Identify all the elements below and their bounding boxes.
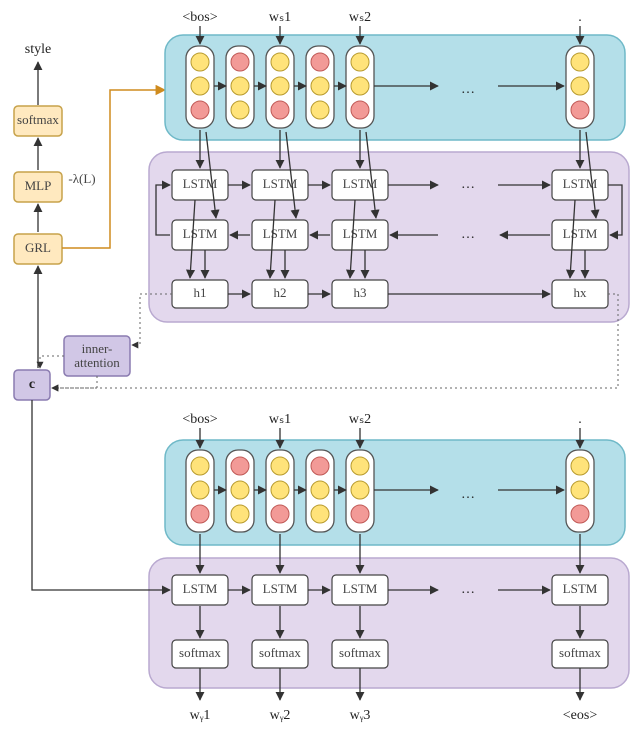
dec-tl-1 (266, 450, 294, 532)
context-c-label: c (29, 377, 35, 392)
lambda-label: -λ(L) (68, 171, 95, 186)
enc-tl-0s (226, 46, 254, 128)
dec-tl-0 (186, 450, 214, 532)
enc-lstm-f-dots: … (461, 177, 475, 192)
dec-out-0: wᵧ1 (190, 708, 211, 723)
enc-embed-dots: … (461, 82, 475, 97)
svg-text:LSTM: LSTM (563, 226, 598, 241)
inner-attention-label-2: attention (74, 355, 120, 370)
dec-out-1: wᵧ2 (270, 708, 291, 723)
enc-in-3: . (578, 10, 582, 25)
svg-text:LSTM: LSTM (563, 581, 598, 596)
dec-out-2: wᵧ3 (350, 708, 371, 723)
d-att-to-c-top (40, 356, 64, 368)
softmax-label: softmax (17, 112, 59, 127)
dec-out-3: <eos> (563, 708, 598, 723)
enc-tl-1s (306, 46, 334, 128)
dec-in-0: <bos> (182, 412, 217, 427)
dec-tl-2 (346, 450, 374, 532)
dec-in-1: wₛ1 (269, 412, 291, 427)
svg-text:h2: h2 (274, 285, 287, 300)
dec-tl-1s (306, 450, 334, 532)
svg-text:LSTM: LSTM (343, 226, 378, 241)
svg-text:h1: h1 (194, 285, 207, 300)
d-att-to-c-bot (52, 376, 97, 388)
enc-tl-0 (186, 46, 214, 128)
enc-tl-3 (566, 46, 594, 128)
inner-attention-label-1: inner- (82, 341, 113, 356)
svg-text:LSTM: LSTM (183, 226, 218, 241)
enc-in-1: wₛ1 (269, 10, 291, 25)
enc-tl-2 (346, 46, 374, 128)
svg-text:hx: hx (574, 285, 588, 300)
enc-lstm-b-dots: … (461, 227, 475, 242)
dec-in-2: wₛ2 (349, 412, 371, 427)
mlp-label: MLP (25, 178, 52, 193)
dec-in-3: . (578, 412, 582, 427)
svg-text:softmax: softmax (339, 645, 381, 660)
svg-text:softmax: softmax (259, 645, 301, 660)
enc-tl-1 (266, 46, 294, 128)
svg-text:LSTM: LSTM (183, 581, 218, 596)
a-c-to-dec (32, 400, 170, 590)
svg-text:softmax: softmax (179, 645, 221, 660)
svg-text:LSTM: LSTM (263, 226, 298, 241)
enc-in-2: wₛ2 (349, 10, 371, 25)
dec-embed-dots: … (461, 487, 475, 502)
svg-text:LSTM: LSTM (343, 581, 378, 596)
enc-in-0: <bos> (182, 10, 217, 25)
style-label: style (25, 42, 51, 57)
dec-tl-0s (226, 450, 254, 532)
dec-lstm-dots: … (461, 582, 475, 597)
dec-tl-3 (566, 450, 594, 532)
svg-text:softmax: softmax (559, 645, 601, 660)
svg-text:LSTM: LSTM (263, 581, 298, 596)
svg-text:h3: h3 (354, 285, 367, 300)
grl-label: GRL (25, 240, 51, 255)
